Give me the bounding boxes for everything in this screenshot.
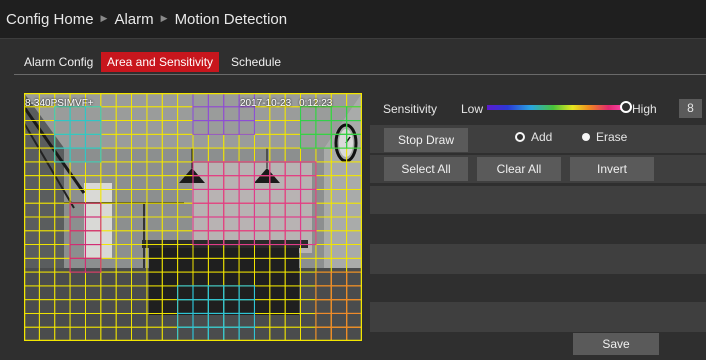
select-all-button[interactable]: Select All bbox=[384, 157, 468, 181]
add-radio[interactable]: Add bbox=[515, 130, 552, 144]
sensitivity-value: 8 bbox=[679, 99, 702, 118]
tab-divider bbox=[14, 74, 706, 75]
breadcrumb-separator-icon: ▶ bbox=[100, 12, 108, 23]
sensitivity-slider[interactable] bbox=[487, 105, 625, 110]
tab-alarm-config[interactable]: Alarm Config bbox=[18, 52, 99, 72]
tab-schedule[interactable]: Schedule bbox=[225, 52, 287, 72]
clear-all-button[interactable]: Clear All bbox=[477, 157, 561, 181]
breadcrumb-separator-icon: ▶ bbox=[160, 12, 168, 23]
sensitivity-label: Sensitivity bbox=[383, 102, 438, 116]
osd-date: 2017-10-23 bbox=[240, 98, 292, 109]
draw-mode-row: Stop Draw Add Erase bbox=[370, 125, 706, 153]
radio-selected-icon bbox=[515, 132, 525, 142]
osd-camera-label: 8-340PSIMVF+ bbox=[25, 98, 94, 109]
sensitivity-row: Sensitivity Low High 8 bbox=[370, 98, 706, 120]
erase-radio-label: Erase bbox=[596, 130, 628, 144]
radio-unselected-icon bbox=[582, 133, 590, 141]
save-button[interactable]: Save bbox=[573, 333, 659, 355]
tab-bar: Alarm Config Area and Sensitivity Schedu… bbox=[0, 50, 706, 72]
breadcrumb-config-home[interactable]: Config Home bbox=[6, 11, 94, 28]
stop-draw-button[interactable]: Stop Draw bbox=[384, 128, 468, 152]
osd-time: 0:12:23 bbox=[299, 98, 333, 109]
breadcrumb-motion-detection: Motion Detection bbox=[174, 10, 288, 28]
camera-scene bbox=[24, 93, 362, 341]
erase-radio[interactable]: Erase bbox=[582, 130, 627, 144]
empty-row bbox=[370, 186, 706, 214]
selection-row: Select All Clear All Invert bbox=[370, 155, 706, 183]
sensitivity-high-label: High bbox=[632, 102, 657, 116]
empty-row bbox=[370, 244, 706, 274]
tab-area-and-sensitivity[interactable]: Area and Sensitivity bbox=[101, 52, 220, 72]
breadcrumb-alarm[interactable]: Alarm bbox=[114, 11, 153, 28]
motion-area-video[interactable]: 8-340PSIMVF+ 2017-10-23 0:12:23 bbox=[24, 93, 362, 341]
empty-row bbox=[370, 302, 706, 332]
sensitivity-low-label: Low bbox=[461, 102, 484, 116]
breadcrumb: Config Home ▶ Alarm ▶ Motion Detection bbox=[0, 0, 706, 39]
invert-button[interactable]: Invert bbox=[570, 157, 654, 181]
add-radio-label: Add bbox=[531, 130, 553, 144]
sensitivity-slider-handle[interactable] bbox=[620, 101, 632, 113]
